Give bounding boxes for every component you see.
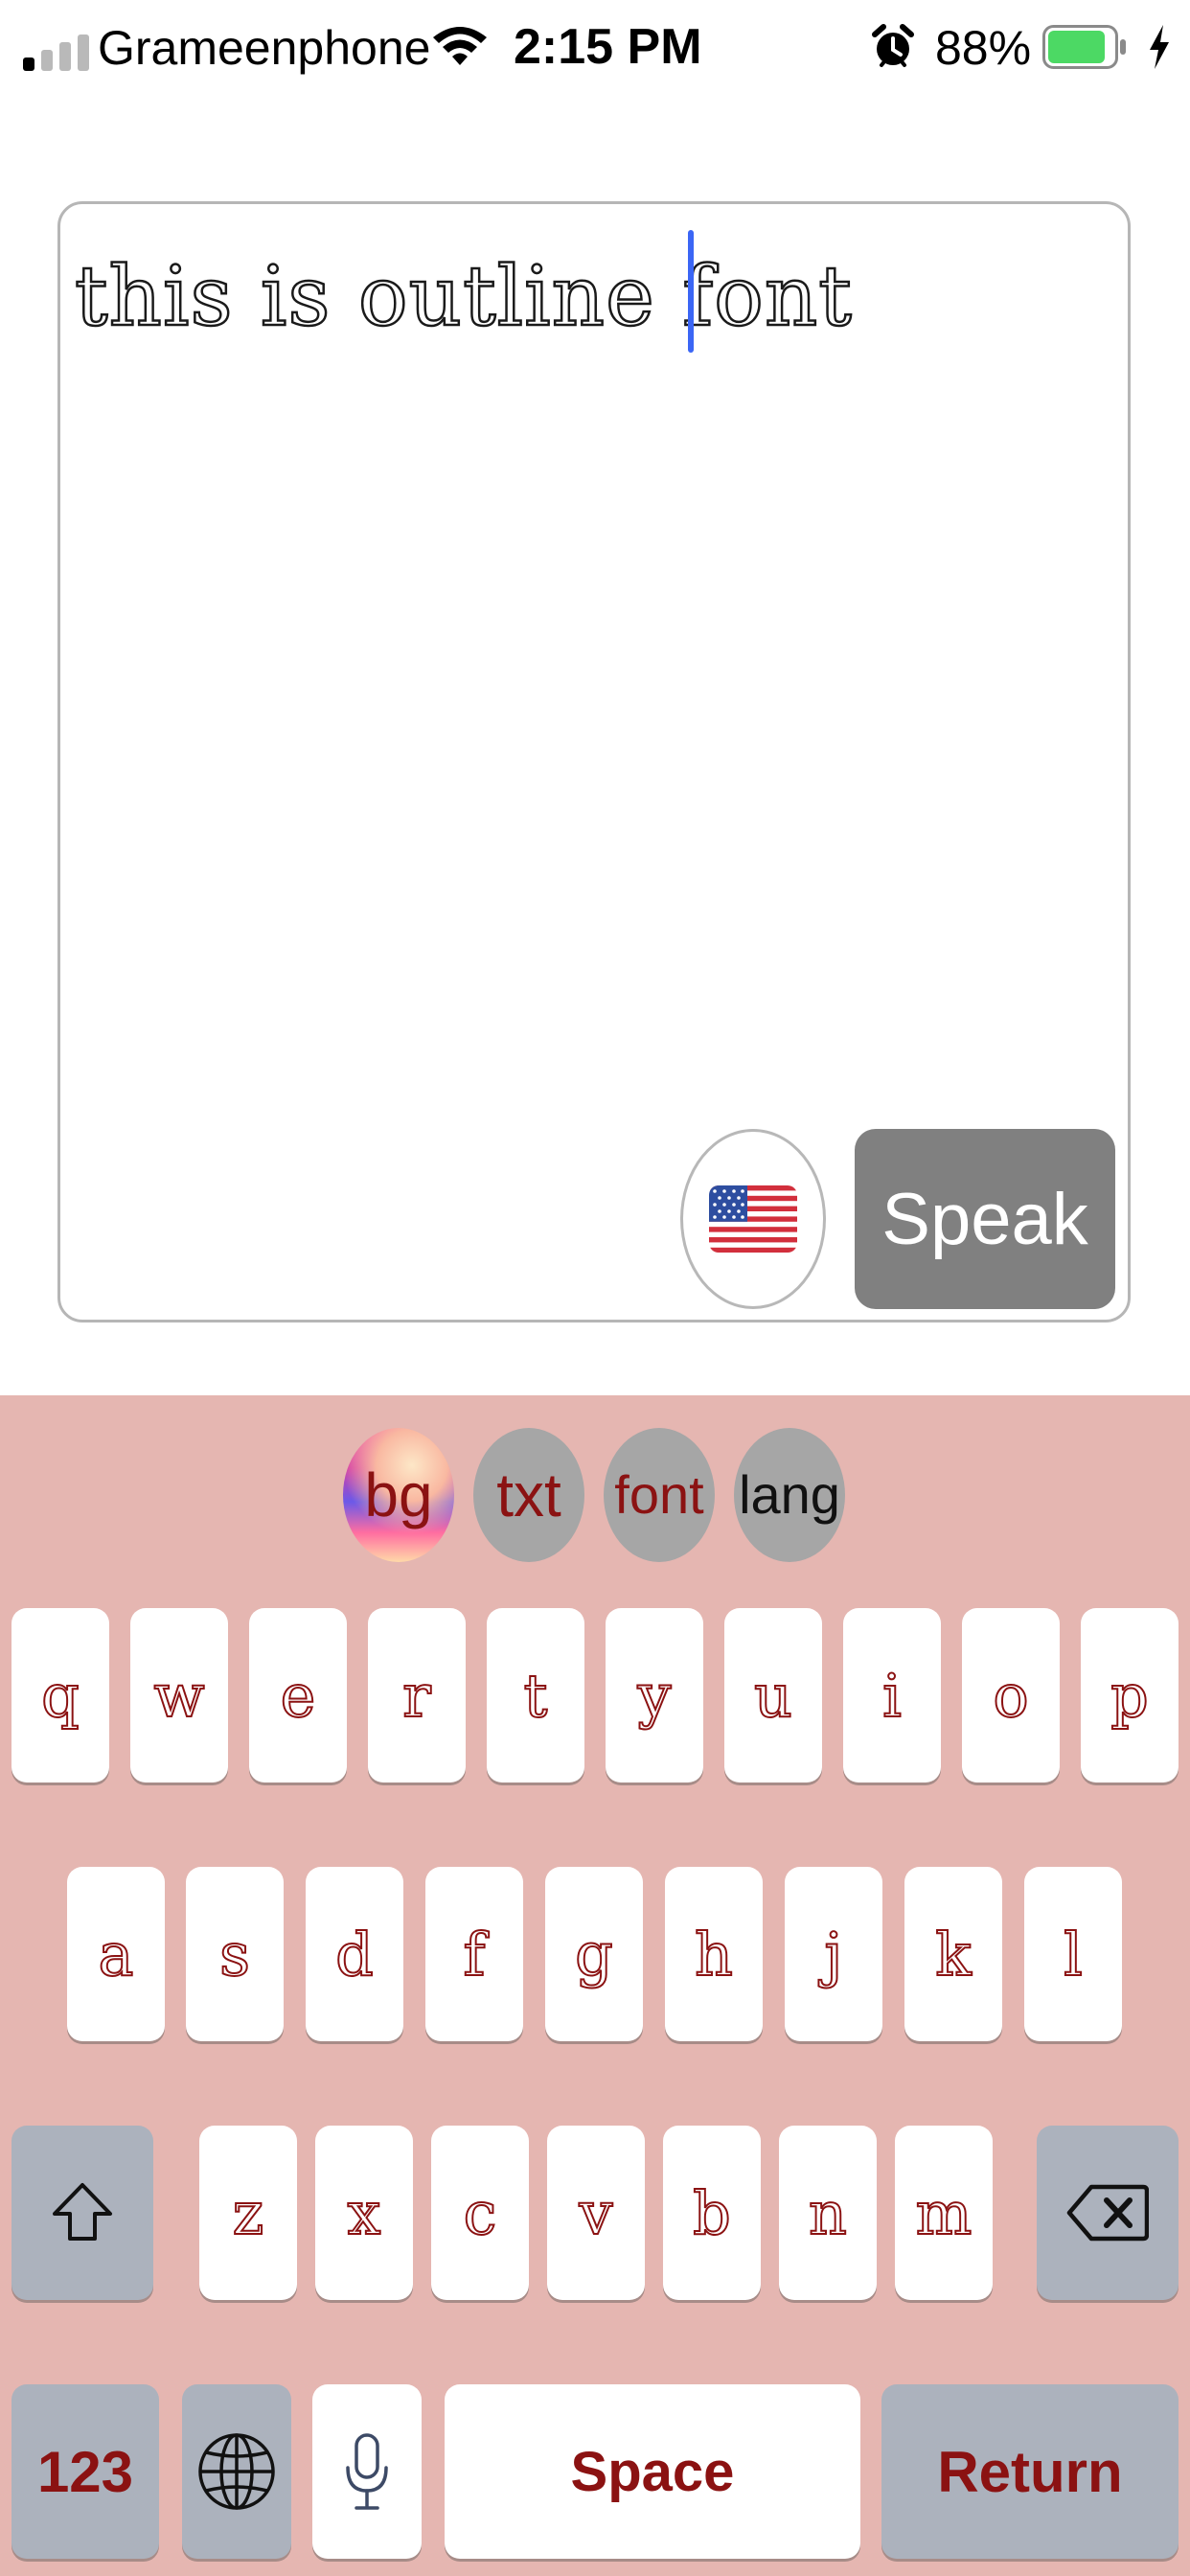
key-h[interactable]: h <box>665 1867 763 2041</box>
bg-option-button[interactable]: bg <box>343 1428 454 1562</box>
status-time: 2:15 PM <box>514 19 702 75</box>
key-z[interactable]: z <box>199 2126 297 2300</box>
key-v[interactable]: v <box>547 2126 645 2300</box>
key-b[interactable]: b <box>663 2126 761 2300</box>
key-u[interactable]: u <box>724 1608 822 1782</box>
txt-option-label: txt <box>496 1460 561 1530</box>
backspace-icon <box>1066 2184 1149 2242</box>
key-l[interactable]: l <box>1024 1867 1122 2041</box>
microphone-icon <box>346 2433 388 2510</box>
key-g[interactable]: g <box>545 1867 643 2041</box>
font-option-label: font <box>614 1464 704 1525</box>
dictation-key[interactable] <box>312 2384 422 2559</box>
key-t[interactable]: t <box>487 1608 584 1782</box>
font-option-button[interactable]: font <box>604 1428 715 1562</box>
shift-key[interactable] <box>11 2126 153 2300</box>
key-f[interactable]: f <box>425 1867 523 2041</box>
key-e[interactable]: e <box>249 1608 347 1782</box>
key-k[interactable]: k <box>904 1867 1002 2041</box>
typed-text[interactable]: this is outline font <box>74 245 853 349</box>
key-n[interactable]: n <box>779 2126 877 2300</box>
key-c[interactable]: c <box>431 2126 529 2300</box>
alarm-clock-icon <box>872 24 914 67</box>
numbers-key[interactable]: 123 <box>11 2384 159 2559</box>
status-bar: Grameenphone 2:15 PM 88% <box>0 0 1190 96</box>
txt-option-button[interactable]: txt <box>473 1428 584 1562</box>
delete-key[interactable] <box>1037 2126 1179 2300</box>
cellular-signal-icon <box>23 31 98 71</box>
space-key[interactable]: Space <box>445 2384 860 2559</box>
us-flag-icon <box>709 1185 797 1253</box>
key-y[interactable]: y <box>606 1608 703 1782</box>
speak-button[interactable]: Speak <box>855 1129 1115 1309</box>
lang-option-button[interactable]: lang <box>734 1428 845 1562</box>
key-w[interactable]: w <box>130 1608 228 1782</box>
text-cursor <box>688 230 694 353</box>
shift-arrow-icon <box>53 2183 112 2241</box>
key-d[interactable]: d <box>306 1867 403 2041</box>
battery-icon <box>1042 25 1126 69</box>
key-s[interactable]: s <box>186 1867 284 2041</box>
return-key[interactable]: Return <box>881 2384 1179 2559</box>
key-j[interactable]: j <box>785 1867 882 2041</box>
key-x[interactable]: x <box>315 2126 413 2300</box>
bg-option-label: bg <box>364 1460 433 1530</box>
wifi-icon <box>433 27 487 65</box>
key-r[interactable]: r <box>368 1608 466 1782</box>
globe-key[interactable] <box>182 2384 291 2559</box>
language-flag-button[interactable] <box>680 1129 826 1309</box>
key-a[interactable]: a <box>67 1867 165 2041</box>
lang-option-label: lang <box>739 1464 840 1525</box>
key-m[interactable]: m <box>895 2126 993 2300</box>
battery-percentage: 88% <box>935 21 1032 75</box>
globe-icon <box>198 2433 275 2510</box>
key-p[interactable]: p <box>1081 1608 1179 1782</box>
key-q[interactable]: q <box>11 1608 109 1782</box>
charging-bolt-icon <box>1150 25 1169 69</box>
key-o[interactable]: o <box>962 1608 1060 1782</box>
carrier-name: Grameenphone <box>98 21 431 75</box>
key-i[interactable]: i <box>843 1608 941 1782</box>
